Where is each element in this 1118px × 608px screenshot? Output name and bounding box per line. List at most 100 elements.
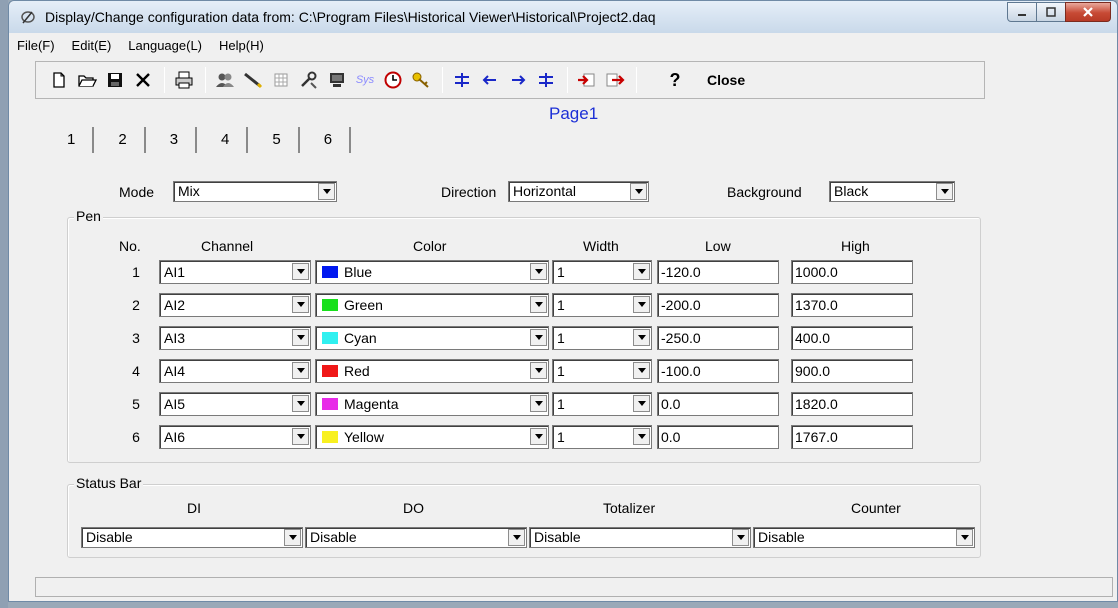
di-select[interactable]: Disable [81,527,303,548]
chevron-down-icon[interactable] [633,296,650,313]
color-select[interactable]: Blue [315,260,549,284]
arrow-left-icon[interactable] [477,67,503,93]
channel-select[interactable]: AI1 [159,260,311,284]
width-select[interactable]: 1 [552,392,652,416]
menu-language[interactable]: Language(L) [128,38,202,53]
tab-page-6[interactable]: 6 [314,127,352,153]
chevron-down-icon[interactable] [292,329,309,346]
width-select[interactable]: 1 [552,359,652,383]
tab-page-2[interactable]: 2 [108,127,146,153]
low-field[interactable]: -100.0 [657,359,779,383]
new-file-icon[interactable] [46,67,72,93]
color-select[interactable]: Yellow [315,425,549,449]
maximize-button[interactable] [1036,2,1066,22]
chevron-down-icon[interactable] [284,529,301,546]
arrow-right-icon[interactable] [505,67,531,93]
align-left-right-icon[interactable] [449,67,475,93]
high-field[interactable]: 1820.0 [791,392,913,416]
background-select[interactable]: Black [829,181,955,202]
close-button[interactable]: Close [707,72,745,88]
chevron-down-icon[interactable] [292,395,309,412]
low-field[interactable]: 0.0 [657,425,779,449]
open-folder-icon[interactable] [74,67,100,93]
width-select[interactable]: 1 [552,260,652,284]
save-icon[interactable] [102,67,128,93]
high-field[interactable]: 900.0 [791,359,913,383]
low-field[interactable]: 0.0 [657,392,779,416]
channel-select[interactable]: AI6 [159,425,311,449]
window-close-button[interactable] [1065,2,1111,22]
monitor-icon[interactable] [324,67,350,93]
export-icon[interactable] [602,67,628,93]
channel-select[interactable]: AI3 [159,326,311,350]
color-select[interactable]: Green [315,293,549,317]
pencil-icon[interactable] [240,67,266,93]
low-field[interactable]: -200.0 [657,293,779,317]
chevron-down-icon[interactable] [530,296,547,313]
chevron-down-icon[interactable] [633,329,650,346]
chevron-down-icon[interactable] [292,362,309,379]
chevron-down-icon[interactable] [530,395,547,412]
channel-select[interactable]: AI2 [159,293,311,317]
delete-icon[interactable] [130,67,156,93]
high-field[interactable]: 1370.0 [791,293,913,317]
low-field[interactable]: -250.0 [657,326,779,350]
tab-page-5[interactable]: 5 [262,127,300,153]
chevron-down-icon[interactable] [318,183,335,200]
title-bar[interactable]: Display/Change configuration data from: … [9,1,1117,33]
chevron-down-icon[interactable] [732,529,749,546]
channel-select[interactable]: AI5 [159,392,311,416]
users-icon[interactable] [212,67,238,93]
chevron-down-icon[interactable] [292,263,309,280]
direction-select[interactable]: Horizontal [508,181,649,202]
high-field[interactable]: 1000.0 [791,260,913,284]
menu-edit[interactable]: Edit(E) [72,38,112,53]
chevron-down-icon[interactable] [530,428,547,445]
counter-select[interactable]: Disable [753,527,975,548]
grid-icon[interactable] [268,67,294,93]
do-select[interactable]: Disable [305,527,527,548]
import-icon[interactable] [574,67,600,93]
tools-icon[interactable] [296,67,322,93]
chevron-down-icon[interactable] [530,263,547,280]
chevron-down-icon[interactable] [633,263,650,280]
chevron-down-icon[interactable] [936,183,953,200]
chevron-down-icon[interactable] [956,529,973,546]
tab-page-1[interactable]: 1 [67,127,95,153]
high-field[interactable]: 400.0 [791,326,913,350]
key-icon[interactable] [408,67,434,93]
tab-page-3[interactable]: 3 [160,127,198,153]
chevron-down-icon[interactable] [633,395,650,412]
color-select[interactable]: Cyan [315,326,549,350]
chevron-down-icon[interactable] [530,329,547,346]
help-button[interactable]: ? [661,70,689,91]
clock-icon[interactable] [380,67,406,93]
high-field[interactable]: 1767.0 [791,425,913,449]
align-center-icon[interactable] [533,67,559,93]
print-icon[interactable] [171,67,197,93]
chevron-down-icon[interactable] [508,529,525,546]
channel-select[interactable]: AI4 [159,359,311,383]
totalizer-label: Totalizer [603,500,656,516]
width-select[interactable]: 1 [552,425,652,449]
chevron-down-icon[interactable] [630,183,647,200]
chevron-down-icon[interactable] [633,428,650,445]
width-select[interactable]: 1 [552,326,652,350]
mode-select[interactable]: Mix [173,181,337,202]
width-select[interactable]: 1 [552,293,652,317]
menu-file[interactable]: File(F) [17,38,55,53]
chevron-down-icon[interactable] [530,362,547,379]
minimize-button[interactable] [1007,2,1037,22]
sys-icon[interactable]: Sys [352,67,378,93]
chevron-down-icon[interactable] [633,362,650,379]
menu-help[interactable]: Help(H) [219,38,264,53]
color-swatch [322,431,338,443]
tab-page-4[interactable]: 4 [211,127,249,153]
window-status-bar [35,577,1113,597]
color-select[interactable]: Magenta [315,392,549,416]
low-field[interactable]: -120.0 [657,260,779,284]
chevron-down-icon[interactable] [292,428,309,445]
color-select[interactable]: Red [315,359,549,383]
chevron-down-icon[interactable] [292,296,309,313]
totalizer-select[interactable]: Disable [529,527,751,548]
